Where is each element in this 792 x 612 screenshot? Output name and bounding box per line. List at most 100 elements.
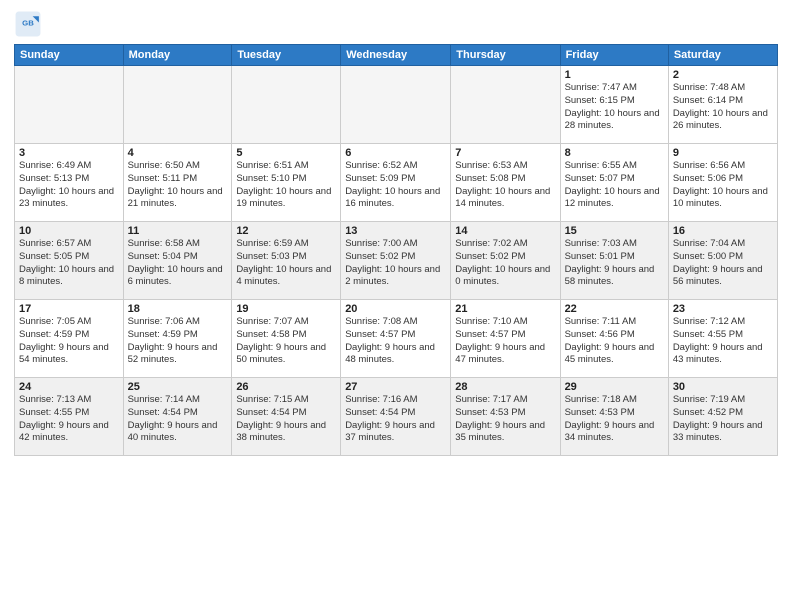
day-info: Sunrise: 7:06 AMSunset: 4:59 PMDaylight:… bbox=[128, 316, 228, 367]
calendar-day-cell bbox=[15, 66, 124, 144]
calendar-day-cell bbox=[451, 66, 560, 144]
calendar-week-row: 24Sunrise: 7:13 AMSunset: 4:55 PMDayligh… bbox=[15, 378, 778, 456]
calendar-day-cell: 16Sunrise: 7:04 AMSunset: 5:00 PMDayligh… bbox=[668, 222, 777, 300]
day-info: Sunrise: 6:56 AMSunset: 5:06 PMDaylight:… bbox=[673, 160, 773, 211]
day-info: Sunrise: 6:52 AMSunset: 5:09 PMDaylight:… bbox=[345, 160, 446, 211]
header-friday: Friday bbox=[560, 45, 668, 66]
header-monday: Monday bbox=[123, 45, 232, 66]
day-number: 7 bbox=[455, 147, 555, 159]
calendar-day-cell: 11Sunrise: 6:58 AMSunset: 5:04 PMDayligh… bbox=[123, 222, 232, 300]
day-number: 22 bbox=[565, 303, 664, 315]
calendar-day-cell: 26Sunrise: 7:15 AMSunset: 4:54 PMDayligh… bbox=[232, 378, 341, 456]
header: GB bbox=[14, 10, 778, 38]
day-info: Sunrise: 7:15 AMSunset: 4:54 PMDaylight:… bbox=[236, 394, 336, 445]
calendar-day-cell: 21Sunrise: 7:10 AMSunset: 4:57 PMDayligh… bbox=[451, 300, 560, 378]
calendar-day-cell: 7Sunrise: 6:53 AMSunset: 5:08 PMDaylight… bbox=[451, 144, 560, 222]
day-number: 25 bbox=[128, 381, 228, 393]
day-number: 3 bbox=[19, 147, 119, 159]
calendar-week-row: 3Sunrise: 6:49 AMSunset: 5:13 PMDaylight… bbox=[15, 144, 778, 222]
day-info: Sunrise: 6:59 AMSunset: 5:03 PMDaylight:… bbox=[236, 238, 336, 289]
day-info: Sunrise: 7:07 AMSunset: 4:58 PMDaylight:… bbox=[236, 316, 336, 367]
svg-text:GB: GB bbox=[22, 19, 34, 28]
day-number: 27 bbox=[345, 381, 446, 393]
day-info: Sunrise: 7:19 AMSunset: 4:52 PMDaylight:… bbox=[673, 394, 773, 445]
day-number: 24 bbox=[19, 381, 119, 393]
calendar-day-cell: 29Sunrise: 7:18 AMSunset: 4:53 PMDayligh… bbox=[560, 378, 668, 456]
header-sunday: Sunday bbox=[15, 45, 124, 66]
day-number: 30 bbox=[673, 381, 773, 393]
calendar-day-cell bbox=[123, 66, 232, 144]
header-thursday: Thursday bbox=[451, 45, 560, 66]
day-number: 12 bbox=[236, 225, 336, 237]
calendar-day-cell: 8Sunrise: 6:55 AMSunset: 5:07 PMDaylight… bbox=[560, 144, 668, 222]
day-info: Sunrise: 7:17 AMSunset: 4:53 PMDaylight:… bbox=[455, 394, 555, 445]
calendar-day-cell: 25Sunrise: 7:14 AMSunset: 4:54 PMDayligh… bbox=[123, 378, 232, 456]
day-number: 5 bbox=[236, 147, 336, 159]
day-info: Sunrise: 7:00 AMSunset: 5:02 PMDaylight:… bbox=[345, 238, 446, 289]
calendar-day-cell: 20Sunrise: 7:08 AMSunset: 4:57 PMDayligh… bbox=[341, 300, 451, 378]
day-info: Sunrise: 7:12 AMSunset: 4:55 PMDaylight:… bbox=[673, 316, 773, 367]
calendar-day-cell: 17Sunrise: 7:05 AMSunset: 4:59 PMDayligh… bbox=[15, 300, 124, 378]
calendar-day-cell: 27Sunrise: 7:16 AMSunset: 4:54 PMDayligh… bbox=[341, 378, 451, 456]
day-number: 2 bbox=[673, 69, 773, 81]
calendar-week-row: 17Sunrise: 7:05 AMSunset: 4:59 PMDayligh… bbox=[15, 300, 778, 378]
day-info: Sunrise: 7:04 AMSunset: 5:00 PMDaylight:… bbox=[673, 238, 773, 289]
day-number: 23 bbox=[673, 303, 773, 315]
day-info: Sunrise: 7:13 AMSunset: 4:55 PMDaylight:… bbox=[19, 394, 119, 445]
calendar-day-cell: 2Sunrise: 7:48 AMSunset: 6:14 PMDaylight… bbox=[668, 66, 777, 144]
calendar-day-cell: 19Sunrise: 7:07 AMSunset: 4:58 PMDayligh… bbox=[232, 300, 341, 378]
day-info: Sunrise: 7:47 AMSunset: 6:15 PMDaylight:… bbox=[565, 82, 664, 133]
calendar-day-cell: 3Sunrise: 6:49 AMSunset: 5:13 PMDaylight… bbox=[15, 144, 124, 222]
logo: GB bbox=[14, 10, 46, 38]
day-number: 8 bbox=[565, 147, 664, 159]
day-info: Sunrise: 7:02 AMSunset: 5:02 PMDaylight:… bbox=[455, 238, 555, 289]
day-info: Sunrise: 7:03 AMSunset: 5:01 PMDaylight:… bbox=[565, 238, 664, 289]
calendar-day-cell: 12Sunrise: 6:59 AMSunset: 5:03 PMDayligh… bbox=[232, 222, 341, 300]
day-number: 17 bbox=[19, 303, 119, 315]
calendar-day-cell bbox=[232, 66, 341, 144]
weekday-header-row: Sunday Monday Tuesday Wednesday Thursday… bbox=[15, 45, 778, 66]
calendar-day-cell: 30Sunrise: 7:19 AMSunset: 4:52 PMDayligh… bbox=[668, 378, 777, 456]
header-wednesday: Wednesday bbox=[341, 45, 451, 66]
day-info: Sunrise: 7:18 AMSunset: 4:53 PMDaylight:… bbox=[565, 394, 664, 445]
day-info: Sunrise: 7:16 AMSunset: 4:54 PMDaylight:… bbox=[345, 394, 446, 445]
day-number: 4 bbox=[128, 147, 228, 159]
day-number: 6 bbox=[345, 147, 446, 159]
calendar-day-cell: 18Sunrise: 7:06 AMSunset: 4:59 PMDayligh… bbox=[123, 300, 232, 378]
day-info: Sunrise: 6:58 AMSunset: 5:04 PMDaylight:… bbox=[128, 238, 228, 289]
day-number: 10 bbox=[19, 225, 119, 237]
calendar-week-row: 1Sunrise: 7:47 AMSunset: 6:15 PMDaylight… bbox=[15, 66, 778, 144]
day-number: 1 bbox=[565, 69, 664, 81]
header-saturday: Saturday bbox=[668, 45, 777, 66]
day-number: 11 bbox=[128, 225, 228, 237]
day-info: Sunrise: 6:51 AMSunset: 5:10 PMDaylight:… bbox=[236, 160, 336, 211]
day-info: Sunrise: 7:08 AMSunset: 4:57 PMDaylight:… bbox=[345, 316, 446, 367]
calendar-day-cell: 10Sunrise: 6:57 AMSunset: 5:05 PMDayligh… bbox=[15, 222, 124, 300]
calendar-day-cell: 5Sunrise: 6:51 AMSunset: 5:10 PMDaylight… bbox=[232, 144, 341, 222]
header-tuesday: Tuesday bbox=[232, 45, 341, 66]
calendar-day-cell: 24Sunrise: 7:13 AMSunset: 4:55 PMDayligh… bbox=[15, 378, 124, 456]
day-number: 13 bbox=[345, 225, 446, 237]
day-number: 16 bbox=[673, 225, 773, 237]
day-number: 20 bbox=[345, 303, 446, 315]
day-number: 9 bbox=[673, 147, 773, 159]
day-info: Sunrise: 7:48 AMSunset: 6:14 PMDaylight:… bbox=[673, 82, 773, 133]
day-info: Sunrise: 7:11 AMSunset: 4:56 PMDaylight:… bbox=[565, 316, 664, 367]
calendar-week-row: 10Sunrise: 6:57 AMSunset: 5:05 PMDayligh… bbox=[15, 222, 778, 300]
day-info: Sunrise: 6:53 AMSunset: 5:08 PMDaylight:… bbox=[455, 160, 555, 211]
day-info: Sunrise: 7:14 AMSunset: 4:54 PMDaylight:… bbox=[128, 394, 228, 445]
day-info: Sunrise: 6:49 AMSunset: 5:13 PMDaylight:… bbox=[19, 160, 119, 211]
day-number: 28 bbox=[455, 381, 555, 393]
day-number: 19 bbox=[236, 303, 336, 315]
day-number: 18 bbox=[128, 303, 228, 315]
calendar-day-cell: 9Sunrise: 6:56 AMSunset: 5:06 PMDaylight… bbox=[668, 144, 777, 222]
main-container: GB Sunday Monday Tuesday Wednesday Thurs… bbox=[0, 0, 792, 464]
calendar-day-cell: 28Sunrise: 7:17 AMSunset: 4:53 PMDayligh… bbox=[451, 378, 560, 456]
calendar-day-cell: 23Sunrise: 7:12 AMSunset: 4:55 PMDayligh… bbox=[668, 300, 777, 378]
calendar-day-cell: 15Sunrise: 7:03 AMSunset: 5:01 PMDayligh… bbox=[560, 222, 668, 300]
day-info: Sunrise: 6:55 AMSunset: 5:07 PMDaylight:… bbox=[565, 160, 664, 211]
calendar-day-cell: 4Sunrise: 6:50 AMSunset: 5:11 PMDaylight… bbox=[123, 144, 232, 222]
calendar-day-cell: 1Sunrise: 7:47 AMSunset: 6:15 PMDaylight… bbox=[560, 66, 668, 144]
logo-icon: GB bbox=[14, 10, 42, 38]
calendar-day-cell: 22Sunrise: 7:11 AMSunset: 4:56 PMDayligh… bbox=[560, 300, 668, 378]
